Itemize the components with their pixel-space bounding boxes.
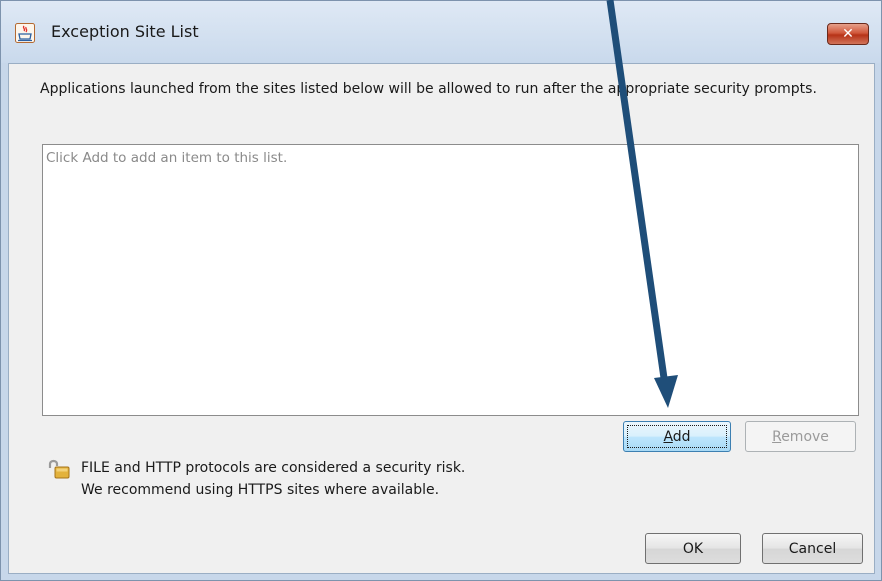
remove-button-label: Remove <box>772 428 829 445</box>
description-text: Applications launched from the sites lis… <box>40 81 817 97</box>
focus-ring <box>627 425 727 448</box>
ok-button[interactable]: OK <box>645 533 741 564</box>
dialog-body: Applications launched from the sites lis… <box>8 63 875 574</box>
ok-button-label: OK <box>682 540 704 557</box>
cancel-button-label: Cancel <box>788 540 837 557</box>
site-list-placeholder: Click Add to add an item to this list. <box>46 150 288 166</box>
unlocked-padlock-icon <box>47 458 71 480</box>
warning-line-1: FILE and HTTP protocols are considered a… <box>81 460 466 476</box>
warning-line-2: We recommend using HTTPS sites where ava… <box>81 482 440 498</box>
java-icon <box>15 23 35 43</box>
title-bar[interactable]: Exception Site List ✕ <box>1 1 881 63</box>
add-button[interactable]: Add <box>623 421 731 452</box>
close-button[interactable]: ✕ <box>827 23 869 45</box>
security-warning: FILE and HTTP protocols are considered a… <box>81 457 465 501</box>
remove-button[interactable]: Remove <box>745 421 856 452</box>
site-list[interactable]: Click Add to add an item to this list. <box>42 144 859 416</box>
window-title: Exception Site List <box>51 22 199 41</box>
exception-site-list-window: Exception Site List ✕ Applications launc… <box>0 0 882 581</box>
cancel-button[interactable]: Cancel <box>762 533 863 564</box>
close-icon: ✕ <box>842 26 854 42</box>
